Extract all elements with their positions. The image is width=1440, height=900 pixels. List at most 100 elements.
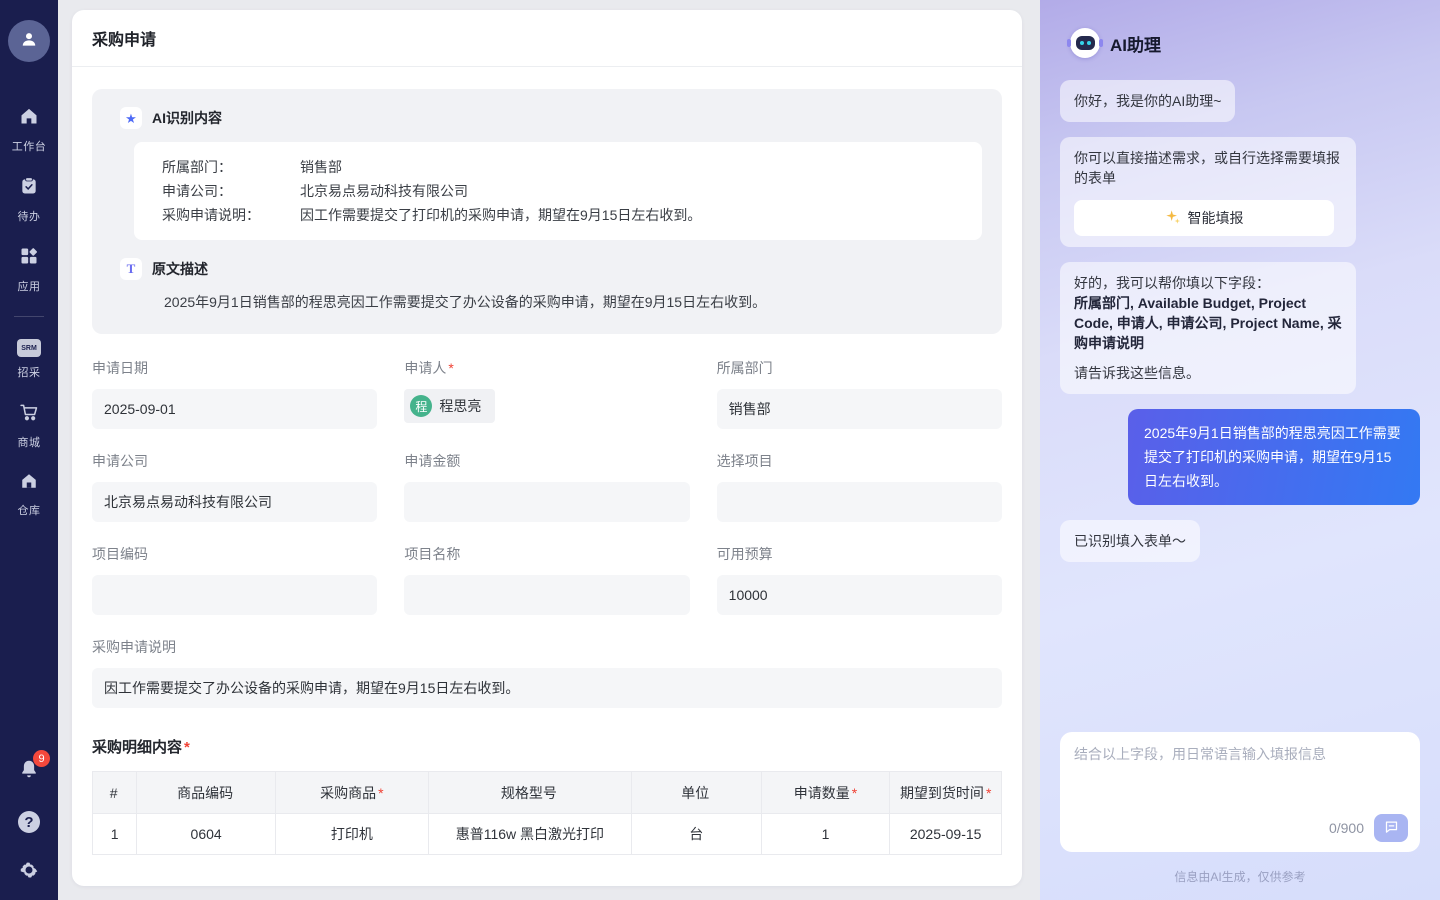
question-icon: ? (24, 814, 33, 831)
field-project-code: 项目编码 (92, 544, 377, 615)
clipboard-check-icon (19, 176, 39, 201)
detail-table: # 商品编码 采购商品* 规格型号 单位 申请数量* 期望到货时间* 1 060… (92, 771, 1002, 855)
field-available-budget: 可用预算 (717, 544, 1002, 615)
col-expected-date: 期望到货时间* (890, 772, 1002, 814)
department-input[interactable] (717, 389, 1002, 429)
field-label: 所属部门 (717, 360, 773, 376)
warehouse-icon (20, 472, 38, 495)
request-date-input[interactable] (92, 389, 377, 429)
settings-button[interactable] (18, 859, 40, 886)
cell-quantity: 1 (761, 814, 890, 855)
person-icon (19, 29, 39, 54)
field-department: 所属部门 (717, 358, 1002, 429)
sidebar-item-label: 应用 (18, 278, 41, 294)
smart-fill-button[interactable]: 智能填报 (1074, 200, 1334, 236)
col-index: # (93, 772, 137, 814)
col-product: 采购商品* (275, 772, 428, 814)
ai-field-row: 采购申请说明： 因工作需要提交了打印机的采购申请，期望在9月15日左右收到。 (162, 203, 954, 227)
ai-field-value: 因工作需要提交了打印机的采购申请，期望在9月15日左右收到。 (300, 203, 701, 227)
sidebar-item-apps[interactable]: 应用 (18, 246, 41, 294)
ai-field-value: 北京易点易动科技有限公司 (300, 179, 468, 203)
ai-field-label: 所属部门： (162, 155, 300, 179)
project-code-input[interactable] (92, 575, 377, 615)
sidebar-item-mall[interactable]: 商城 (18, 402, 41, 450)
ai-field-label: 采购申请说明： (162, 203, 300, 227)
cell-product-code: 0604 (137, 814, 276, 855)
fields-list: 所属部门, Available Budget, Project Code, 申请… (1074, 293, 1342, 353)
srm-badge-icon: SRM (17, 339, 41, 357)
project-select-input[interactable] (717, 482, 1002, 522)
col-unit: 单位 (631, 772, 761, 814)
original-text-title: 原文描述 (152, 259, 208, 279)
cell-expected-date: 2025-09-15 (890, 814, 1002, 855)
ai-star-icon: ★ (120, 107, 142, 129)
chat-input[interactable] (1074, 744, 1406, 808)
sidebar-item-todo[interactable]: 待办 (18, 176, 41, 224)
assistant-title: AI助理 (1110, 31, 1161, 56)
send-chat-icon (1384, 819, 1399, 837)
col-product-code: 商品编码 (137, 772, 276, 814)
original-text: 2025年9月1日销售部的程思亮因工作需要提交了办公设备的采购申请，期望在9月1… (164, 292, 982, 312)
field-company: 申请公司 (92, 451, 377, 522)
gear-icon (18, 868, 40, 885)
sidebar-item-label: 招采 (18, 364, 41, 380)
user-avatar[interactable] (8, 20, 50, 62)
purchase-request-card: 采购申请 ★ AI识别内容 所属部门： 销售部 申请公司： 北京易点易动科技有限… (72, 10, 1022, 886)
field-label: 申请金额 (404, 453, 460, 469)
field-project-select: 选择项目 (717, 451, 1002, 522)
description-input[interactable] (92, 668, 1002, 708)
applicant-chip[interactable]: 程 程思亮 (404, 389, 495, 423)
sidebar-item-label: 仓库 (18, 502, 41, 518)
table-row[interactable]: 1 0604 打印机 惠普116w 黑白激光打印 台 1 2025-09-15 (93, 814, 1002, 855)
ai-field-label: 申请公司： (162, 179, 300, 203)
field-request-date: 申请日期 (92, 358, 377, 429)
card-header: 采购申请 (72, 10, 1022, 67)
robot-icon (1070, 28, 1100, 58)
company-input[interactable] (92, 482, 377, 522)
field-label: 申请公司 (92, 453, 148, 469)
page-title: 采购申请 (92, 26, 156, 50)
fields-outro: 请告诉我这些信息。 (1074, 363, 1342, 383)
bell-icon (18, 767, 40, 784)
sidebar-item-workbench[interactable]: 工作台 (12, 106, 47, 154)
sidebar-divider (14, 316, 44, 317)
detail-section-title: 采购明细内容* (92, 736, 1002, 757)
assistant-message: 你好，我是你的AI助理~ (1060, 80, 1235, 122)
available-budget-input[interactable] (717, 575, 1002, 615)
sidebar-item-label: 待办 (18, 208, 41, 224)
original-text-icon: T (120, 258, 142, 280)
field-applicant: 申请人* 程 程思亮 (404, 358, 689, 429)
cell-index: 1 (93, 814, 137, 855)
sidebar-item-label: 工作台 (12, 138, 47, 154)
sidebar-item-warehouse[interactable]: 仓库 (18, 472, 41, 518)
sparkle-icon (1165, 209, 1181, 228)
ai-field-row: 所属部门： 销售部 (162, 155, 954, 179)
sidebar-item-label: 商城 (18, 434, 41, 450)
ai-field-row: 申请公司： 北京易点易动科技有限公司 (162, 179, 954, 203)
ai-field-value: 销售部 (300, 155, 342, 179)
field-label: 项目编码 (92, 546, 148, 562)
char-counter: 0/900 (1329, 820, 1364, 836)
field-label: 申请人 (404, 360, 446, 376)
ai-section-title: AI识别内容 (152, 108, 222, 128)
cell-spec: 惠普116w 黑白激光打印 (428, 814, 631, 855)
field-amount: 申请金额 (404, 451, 689, 522)
chat-composer: 0/900 (1060, 732, 1420, 852)
help-button[interactable]: ? (18, 811, 40, 833)
applicant-avatar: 程 (410, 395, 432, 417)
field-project-name: 项目名称 (404, 544, 689, 615)
ai-recognized-section: ★ AI识别内容 所属部门： 销售部 申请公司： 北京易点易动科技有限公司 采购… (92, 89, 1002, 334)
assistant-message: 你可以直接描述需求，或自行选择需要填报的表单 智能填报 (1060, 137, 1356, 247)
notifications-button[interactable]: 9 (18, 758, 40, 785)
sidebar-item-procurement[interactable]: SRM 招采 (17, 339, 41, 380)
send-button[interactable] (1374, 814, 1408, 842)
cell-product: 打印机 (275, 814, 428, 855)
user-message: 2025年9月1日销售部的程思亮因工作需要提交了打印机的采购申请，期望在9月15… (1128, 409, 1420, 505)
apps-grid-icon (19, 246, 39, 271)
col-quantity: 申请数量* (761, 772, 890, 814)
project-name-input[interactable] (404, 575, 689, 615)
cell-unit: 台 (631, 814, 761, 855)
assistant-message: 好的，我可以帮你填以下字段： 所属部门, Available Budget, P… (1060, 262, 1356, 394)
field-label: 选择项目 (717, 453, 773, 469)
amount-input[interactable] (404, 482, 689, 522)
